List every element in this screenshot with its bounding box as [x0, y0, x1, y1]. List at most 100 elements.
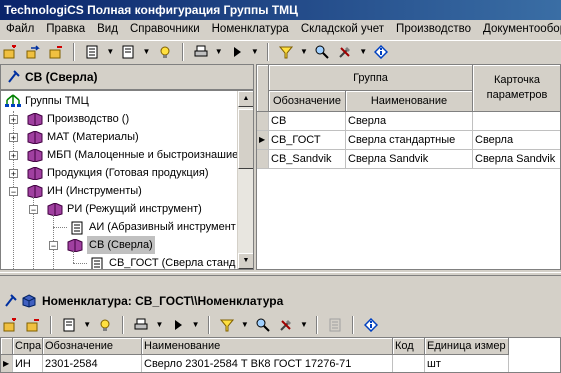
- nomen-cell[interactable]: [393, 355, 425, 372]
- tree-item[interactable]: МАТ (Материалы): [47, 128, 139, 146]
- tree-root-label[interactable]: Группы ТМЦ: [25, 92, 89, 110]
- nomen-cell[interactable]: 2301-2584: [43, 355, 142, 372]
- filter-button[interactable]: [217, 316, 237, 334]
- filter-pin-icon: [8, 70, 20, 83]
- expand-toggle[interactable]: +: [9, 151, 18, 161]
- tree-scrollbar[interactable]: ▲ ▼: [237, 91, 253, 269]
- book-icon: [27, 167, 43, 180]
- tools-button[interactable]: [276, 316, 296, 334]
- tools-icon: [339, 47, 351, 58]
- tools-icon: [280, 320, 291, 331]
- expand-toggle[interactable]: +: [9, 133, 18, 143]
- filter-icon: [278, 46, 293, 59]
- print-button[interactable]: [191, 43, 211, 61]
- grid-header-designation[interactable]: Обозначение: [269, 91, 346, 112]
- grid-cell[interactable]: СВ: [269, 112, 346, 131]
- menu-documents[interactable]: Документооборот: [477, 20, 561, 39]
- delete-button[interactable]: [46, 43, 66, 61]
- delete-button[interactable]: [23, 316, 43, 334]
- grid-cell[interactable]: Сверла: [346, 112, 473, 131]
- expand-toggle[interactable]: +: [9, 115, 18, 125]
- properties-button[interactable]: [118, 43, 138, 61]
- search-button[interactable]: [253, 316, 273, 334]
- tree-item-selected[interactable]: СВ (Сверла): [87, 236, 155, 254]
- group-tree[interactable]: Группы ТМЦ + Производство () + МАТ (Мате…: [0, 90, 254, 270]
- delete-icon: [49, 46, 63, 59]
- current-row-indicator: ▶: [257, 131, 269, 150]
- grid-cell[interactable]: [473, 112, 560, 131]
- new-icon: [3, 45, 16, 59]
- menu-view[interactable]: Вид: [91, 20, 124, 39]
- nomen-cell[interactable]: ИН: [13, 355, 43, 372]
- info-icon: [374, 45, 389, 59]
- nomen-cell[interactable]: шт: [425, 355, 509, 372]
- tree-panel-header: СВ (Сверла): [0, 64, 254, 90]
- splitter[interactable]: [0, 272, 561, 276]
- scroll-down-button[interactable]: ▼: [238, 253, 253, 269]
- expand-toggle[interactable]: +: [9, 169, 18, 179]
- nomenclature-grid: Спра Обозначение Наименование Код Единиц…: [0, 337, 561, 373]
- nomen-header-name[interactable]: Наименование: [142, 338, 393, 355]
- menu-directories[interactable]: Справочники: [124, 20, 206, 39]
- run-button[interactable]: [227, 43, 247, 61]
- scroll-up-button[interactable]: ▲: [238, 91, 253, 107]
- about-button[interactable]: [371, 43, 391, 61]
- document-icon: [71, 221, 83, 235]
- grid-cell[interactable]: Сверла стандартные: [346, 131, 473, 150]
- grid-cell[interactable]: Сверла: [473, 131, 560, 150]
- tree-item[interactable]: МБП (Малоценные и быстроизнашие: [47, 146, 238, 164]
- menu-nomenclature[interactable]: Номенклатура: [206, 20, 295, 39]
- nomen-header-code[interactable]: Код: [393, 338, 425, 355]
- info-button[interactable]: [95, 316, 115, 334]
- move-button[interactable]: [23, 43, 43, 61]
- info-icon: [364, 318, 379, 332]
- tree-item[interactable]: СВ_ГОСТ (Сверла станд: [109, 254, 235, 269]
- properties-button[interactable]: [59, 316, 79, 334]
- grid-header-name[interactable]: Наименование: [346, 91, 473, 112]
- tree-item[interactable]: Производство (): [47, 110, 129, 128]
- current-row-indicator: ▶: [1, 355, 13, 372]
- grid-cell[interactable]: Сверла Sandvik: [473, 150, 560, 169]
- grid-header-group[interactable]: Группа: [269, 65, 473, 91]
- about-button[interactable]: [361, 316, 381, 334]
- search-button[interactable]: [312, 43, 332, 61]
- tree-item[interactable]: Продукция (Готовая продукция): [47, 164, 208, 182]
- run-button[interactable]: [168, 316, 188, 334]
- nomen-cell[interactable]: Сверло 2301-2584 Т ВК8 ГОСТ 17276-71: [142, 355, 393, 372]
- nomen-header-unit[interactable]: Единица измер: [425, 338, 509, 355]
- grid-cell[interactable]: СВ_ГОСТ: [269, 131, 346, 150]
- search-icon: [315, 45, 329, 59]
- collapse-toggle[interactable]: −: [49, 241, 58, 251]
- filter-pin-icon: [5, 294, 17, 307]
- tree-item[interactable]: ИН (Инструменты): [47, 182, 142, 200]
- tree-item[interactable]: АИ (Абразивный инструмент: [89, 218, 236, 236]
- nomen-header-ref[interactable]: Спра: [13, 338, 43, 355]
- grid-cell[interactable]: Сверла Sandvik: [346, 150, 473, 169]
- collapse-toggle[interactable]: −: [29, 205, 38, 215]
- menu-warehouse[interactable]: Складской учет: [295, 20, 390, 39]
- run-icon: [233, 47, 241, 57]
- main-toolbar: ▼ ▼ ▼ ▼ ▼ ▼: [0, 40, 561, 64]
- structure-button[interactable]: [325, 316, 345, 334]
- book-icon: [27, 131, 43, 144]
- filter-button[interactable]: [276, 43, 296, 61]
- grid-header-card[interactable]: Карточка параметров: [473, 65, 560, 112]
- grid-cell[interactable]: СВ_Sandvik: [269, 150, 346, 169]
- document-icon: [91, 257, 103, 269]
- print-icon: [194, 45, 208, 57]
- tools-button[interactable]: [335, 43, 355, 61]
- collapse-toggle[interactable]: −: [9, 187, 18, 197]
- menu-production[interactable]: Производство: [390, 20, 477, 39]
- print-button[interactable]: [131, 316, 151, 334]
- nomen-header-designation[interactable]: Обозначение: [43, 338, 142, 355]
- new-button[interactable]: [0, 43, 20, 61]
- info-button[interactable]: [155, 43, 175, 61]
- list-button[interactable]: [82, 43, 102, 61]
- menu-edit[interactable]: Правка: [40, 20, 91, 39]
- tree-root-icon: [5, 94, 21, 107]
- new-button[interactable]: [0, 316, 20, 334]
- scroll-thumb[interactable]: [238, 109, 253, 169]
- tree-item[interactable]: РИ (Режущий инструмент): [67, 200, 202, 218]
- nomenclature-panel-title: Номенклатура: СВ_ГОСТ\\Номенклатура: [42, 294, 284, 308]
- menu-file[interactable]: Файл: [0, 20, 40, 39]
